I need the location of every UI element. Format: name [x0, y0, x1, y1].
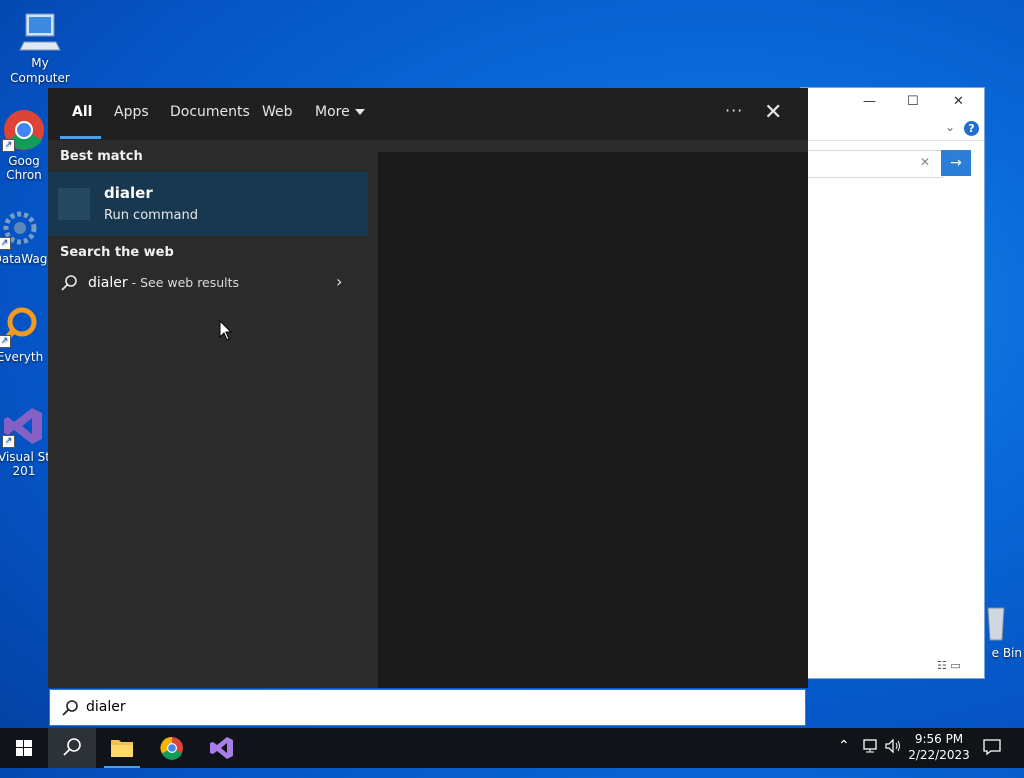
close-icon[interactable]: ✕ — [764, 100, 782, 125]
desktop-icon-everything[interactable]: ↗ Everyth — [0, 304, 50, 365]
desktop-icon-label: Visual St 201 — [0, 450, 50, 478]
visual-studio-icon — [210, 737, 233, 759]
start-button[interactable] — [0, 728, 48, 768]
result-subtitle: Run command — [104, 208, 198, 223]
chrome-icon: ↗ — [2, 108, 46, 152]
go-arrow-icon[interactable]: → — [941, 150, 971, 176]
volume-icon[interactable] — [884, 737, 904, 777]
taskbar-clock[interactable]: 9:56 PM 2/22/2023 — [905, 731, 973, 763]
search-panel: All Apps Documents Web More ··· ✕ Best m… — [48, 88, 808, 688]
close-icon[interactable]: ✕ — [953, 94, 964, 109]
notifications-icon[interactable] — [982, 738, 1002, 778]
more-options-icon[interactable]: ··· — [725, 101, 743, 120]
shortcut-arrow-icon: ↗ — [2, 139, 15, 152]
windows-logo-icon — [16, 740, 32, 756]
chrome-icon — [160, 736, 183, 760]
minimize-icon[interactable]: — — [863, 94, 876, 109]
search-icon — [63, 738, 81, 756]
background-explorer-window: — ☐ ✕ ⌄ ? ✕ → ☷ ▭ — [800, 87, 985, 679]
network-icon[interactable] — [862, 737, 880, 777]
run-command-icon — [58, 188, 90, 220]
shortcut-arrow-icon: ↗ — [0, 237, 11, 250]
show-hidden-icons-chevron-icon[interactable]: ⌃ — [838, 738, 850, 778]
tab-more-label: More — [315, 104, 350, 120]
desktop-icon-label: DataWag — [0, 252, 48, 266]
tab-all[interactable]: All — [72, 104, 92, 120]
everything-search-icon: ↗ — [0, 304, 42, 348]
web-suffix: - See web results — [127, 275, 240, 290]
clear-icon[interactable]: ✕ — [920, 155, 930, 169]
search-icon — [61, 699, 79, 721]
window-titlebar: — ☐ ✕ — [801, 88, 984, 118]
results-list: Best match dialer Run command Search the… — [48, 140, 368, 688]
search-box[interactable] — [49, 689, 806, 726]
web-query: dialer — [88, 275, 128, 291]
desktop-icon-my-computer[interactable]: My Computer — [0, 10, 80, 86]
datawag-icon: ↗ — [0, 206, 42, 250]
computer-icon — [18, 10, 62, 54]
desktop-icon-datawag[interactable]: ↗ DataWag — [0, 206, 50, 267]
folder-icon — [111, 740, 133, 757]
taskbar-file-explorer[interactable] — [98, 728, 146, 768]
web-result-text: dialer - See web results — [88, 275, 239, 291]
result-title: dialer — [104, 184, 153, 202]
tab-documents[interactable]: Documents — [170, 104, 250, 120]
chevron-right-icon[interactable]: › — [336, 272, 342, 291]
tab-more[interactable]: More — [315, 104, 365, 120]
desktop-icon-chrome[interactable]: ↗ Goog Chron — [0, 108, 54, 182]
caret-down-icon — [354, 109, 365, 115]
shortcut-arrow-icon: ↗ — [2, 435, 15, 448]
desktop-icon-label: Everyth — [0, 350, 44, 364]
chevron-down-icon[interactable]: ⌄ — [945, 120, 955, 134]
tab-web[interactable]: Web — [262, 104, 293, 120]
visual-studio-icon: ↗ — [2, 404, 46, 448]
taskbar: ⌃ 9:56 PM 2/22/2023 — [0, 728, 1024, 768]
help-icon[interactable]: ? — [964, 121, 979, 136]
taskbar-chrome[interactable] — [148, 728, 196, 768]
desktop-icon-label: My Computer — [10, 56, 70, 85]
taskbar-search-button[interactable] — [48, 728, 96, 768]
address-bar[interactable]: ✕ — [801, 150, 943, 178]
tab-apps[interactable]: Apps — [114, 104, 149, 120]
desktop-icon-visual-studio[interactable]: ↗ Visual St 201 — [0, 404, 54, 478]
mouse-cursor-icon — [219, 319, 233, 346]
web-search-result[interactable]: dialer - See web results › — [48, 270, 368, 300]
ribbon: ⌄ — [801, 118, 984, 141]
preview-pane — [378, 152, 808, 688]
taskbar-visual-studio[interactable] — [197, 728, 245, 768]
maximize-icon[interactable]: ☐ — [907, 94, 919, 109]
best-match-result[interactable]: dialer Run command — [48, 172, 368, 236]
best-match-heading: Best match — [60, 149, 143, 164]
shortcut-arrow-icon: ↗ — [0, 335, 11, 348]
search-tabs: All Apps Documents Web More ··· ✕ — [48, 88, 808, 140]
clock-date: 2/22/2023 — [908, 748, 970, 762]
clock-time: 9:56 PM — [914, 732, 964, 746]
search-icon — [60, 274, 78, 296]
desktop-icon-label: Goog Chron — [6, 154, 42, 182]
active-tab-indicator — [60, 136, 101, 139]
search-input[interactable] — [86, 694, 786, 720]
search-web-heading: Search the web — [60, 245, 174, 260]
view-mode-icons[interactable]: ☷ ▭ — [937, 659, 961, 672]
